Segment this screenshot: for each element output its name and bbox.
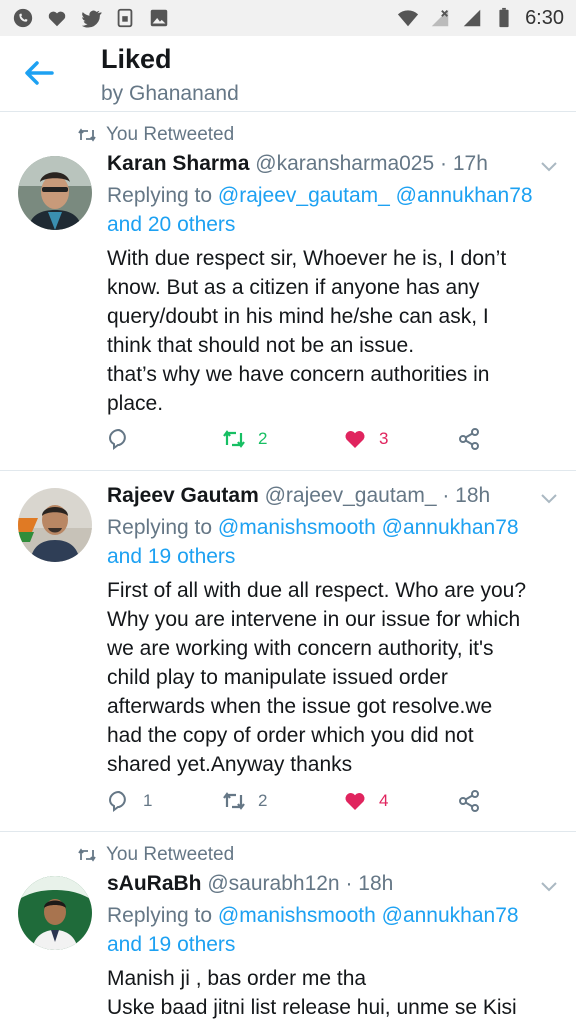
twitter-icon: [81, 10, 102, 28]
replying-prefix: Replying to: [107, 516, 213, 539]
header: Liked by Ghananand: [0, 36, 576, 112]
tweet-text-line: Uske baad jitni list release hui, unme s…: [107, 996, 517, 1019]
tweet[interactable]: You Retweeted Karan Sharma @karansharma0…: [0, 113, 576, 471]
reply-mentions[interactable]: @rajeev_gautam_ @annukhan78: [218, 184, 533, 207]
tweet-text-line: think that should not be an issue.: [107, 334, 415, 357]
replying-to: Replying to @rajeev_gautam_ @annukhan78 …: [107, 181, 559, 239]
whatsapp-icon: [13, 8, 33, 28]
tweet-text-line: had the copy of order which you did not: [107, 724, 474, 747]
retweet-count: 2: [258, 791, 268, 810]
tweet-text-line: afterwards when the issue got resolve.we: [107, 695, 493, 718]
display-name[interactable]: Rajeev Gautam: [107, 484, 259, 507]
timestamp: · 18h: [442, 484, 491, 507]
signal-icon: [463, 9, 481, 27]
replying-to: Replying to @manishsmooth @annukhan78 an…: [107, 513, 559, 571]
like-count: 4: [379, 791, 389, 810]
heart-filled-icon: [345, 431, 365, 448]
chevron-down-icon[interactable]: [540, 881, 558, 893]
retweet-icon: [223, 430, 245, 448]
tweet-actions: 1 2 4: [107, 789, 487, 819]
retweet-label: You Retweeted: [106, 124, 235, 145]
like-button[interactable]: 4: [343, 789, 388, 813]
tweet-text-line: know. But as a citizen if anyone has any: [107, 276, 480, 299]
tweet-header: sAuRaBh @saurabh12n · 18h: [107, 872, 393, 896]
username[interactable]: @karansharma025: [255, 152, 434, 175]
reply-others-link[interactable]: and 19 others: [107, 933, 235, 956]
like-count: 3: [379, 429, 389, 448]
tweet-text-line: that’s why we have concern authorities i…: [107, 363, 490, 386]
tweet[interactable]: You Retweeted sAuRaBh @saurabh12n · 18h …: [0, 833, 576, 1024]
tweet-text-line: shared yet.Anyway thanks: [107, 753, 353, 776]
page-title: Liked: [101, 44, 172, 74]
reply-mentions[interactable]: @manishsmooth @annukhan78: [218, 516, 519, 539]
tweet-text: Manish ji , bas order me tha Uske baad j…: [107, 964, 559, 1022]
heart-filled-icon: [345, 793, 365, 810]
timestamp: · 17h: [440, 152, 488, 175]
tweet-text-line: Manish ji , bas order me tha: [107, 967, 367, 990]
retweet-button[interactable]: 2: [222, 427, 267, 451]
wifi-icon: [397, 10, 419, 27]
replying-prefix: Replying to: [107, 184, 213, 207]
like-button[interactable]: 3: [343, 427, 388, 451]
chevron-down-icon[interactable]: [540, 493, 558, 505]
retweet-indicator: You Retweeted: [78, 124, 234, 146]
arrow-left-icon[interactable]: [22, 58, 56, 88]
display-name[interactable]: Karan Sharma: [107, 152, 249, 175]
share-button[interactable]: [457, 427, 481, 451]
tweet-text-line: With due respect sir, Whoever he is, I d…: [107, 247, 507, 270]
tweet-text-line: Why you are intervene in our issue for w…: [107, 608, 521, 631]
share-button[interactable]: [457, 789, 481, 813]
reply-button[interactable]: [107, 427, 131, 451]
tweet-actions: 2 3: [107, 427, 487, 457]
tweet[interactable]: Rajeev Gautam @rajeev_gautam_ · 18h Repl…: [0, 472, 576, 832]
reply-button[interactable]: 1: [107, 789, 152, 813]
replying-to: Replying to @manishsmooth @annukhan78 an…: [107, 901, 559, 959]
tweet-text-line: place.: [107, 392, 164, 415]
tweet-text: First of all with due all respect. Who a…: [107, 576, 559, 779]
avatar[interactable]: [18, 488, 92, 562]
retweet-label: You Retweeted: [106, 844, 235, 865]
display-name[interactable]: sAuRaBh: [107, 872, 202, 895]
tweet-text-line: query/doubt in his mind he/she can ask, …: [107, 305, 489, 328]
chevron-down-icon[interactable]: [540, 161, 558, 173]
tweet-header: Rajeev Gautam @rajeev_gautam_ · 18h: [107, 484, 490, 508]
tweet-text-line: we are working with concern authority, i…: [107, 637, 494, 660]
clock: 6:30: [525, 6, 564, 29]
reply-count: 1: [143, 791, 153, 810]
tweet-text: With due respect sir, Whoever he is, I d…: [107, 244, 559, 418]
timestamp: · 18h: [345, 872, 394, 895]
sim-icon: [117, 8, 133, 28]
heart-icon: [48, 11, 66, 27]
reply-others-link[interactable]: and 20 others: [107, 213, 235, 236]
retweet-button[interactable]: 2: [222, 789, 267, 813]
signal-off-icon: [431, 9, 449, 27]
reply-icon: [108, 790, 126, 812]
username[interactable]: @rajeev_gautam_: [265, 484, 437, 507]
tweet-text-line: child play to manipulate issued order: [107, 666, 448, 689]
username[interactable]: @saurabh12n: [207, 872, 339, 895]
retweet-icon: [223, 792, 245, 810]
tweet-header: Karan Sharma @karansharma025 · 17h: [107, 152, 488, 176]
page-subtitle: by Ghananand: [101, 82, 239, 105]
avatar[interactable]: [18, 156, 92, 230]
reply-icon: [108, 428, 126, 450]
battery-icon: [499, 7, 509, 28]
retweet-indicator: You Retweeted: [78, 844, 234, 866]
replying-prefix: Replying to: [107, 904, 213, 927]
tweet-text-line: First of all with due all respect. Who a…: [107, 579, 527, 602]
retweet-small-icon: [78, 128, 96, 142]
status-bar: 6:30: [0, 0, 576, 36]
reply-mentions[interactable]: @manishsmooth @annukhan78: [218, 904, 519, 927]
image-icon: [150, 9, 168, 27]
retweet-small-icon: [78, 848, 96, 862]
share-icon: [459, 790, 479, 812]
retweet-count: 2: [258, 429, 268, 448]
avatar[interactable]: [18, 876, 92, 950]
share-icon: [459, 428, 479, 450]
reply-others-link[interactable]: and 19 others: [107, 545, 235, 568]
